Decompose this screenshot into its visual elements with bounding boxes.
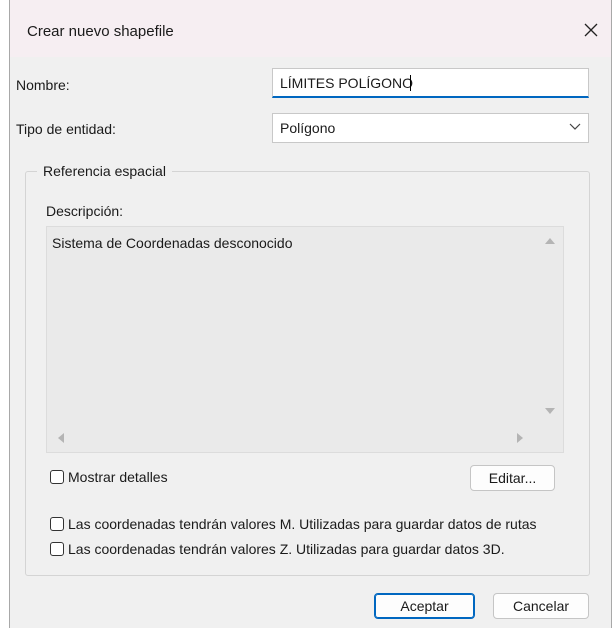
chevron-down-icon xyxy=(569,123,581,130)
description-textarea[interactable]: Sistema de Coordenadas desconocido xyxy=(46,226,564,453)
name-input-value: LÍMITES POLÍGONO xyxy=(280,75,414,91)
scroll-right-arrow-icon[interactable] xyxy=(517,433,524,443)
cancel-button[interactable]: Cancelar xyxy=(493,593,589,619)
ok-button[interactable]: Aceptar xyxy=(374,593,475,619)
name-label: Nombre: xyxy=(16,77,70,93)
scroll-left-arrow-icon[interactable] xyxy=(57,433,64,443)
show-details-label: Mostrar detalles xyxy=(68,469,168,485)
entity-type-select[interactable]: Polígono xyxy=(272,113,589,143)
title-bar: Crear nuevo shapefile xyxy=(10,0,611,57)
name-input[interactable]: LÍMITES POLÍGONO xyxy=(272,68,589,98)
scroll-up-arrow-icon[interactable] xyxy=(545,237,555,244)
dialog-window: Crear nuevo shapefile Nombre: LÍMITES PO… xyxy=(9,0,612,628)
dialog-title: Crear nuevo shapefile xyxy=(27,23,174,40)
close-icon xyxy=(584,23,598,37)
entity-type-value: Polígono xyxy=(280,120,336,136)
z-values-checkbox[interactable] xyxy=(50,542,64,556)
scroll-down-arrow-icon[interactable] xyxy=(545,408,555,415)
description-text: Sistema de Coordenadas desconocido xyxy=(52,235,293,251)
edit-button[interactable]: Editar... xyxy=(470,465,555,491)
spatial-reference-legend: Referencia espacial xyxy=(37,163,172,179)
m-values-label: Las coordenadas tendrán valores M. Utili… xyxy=(68,516,537,532)
entity-type-label: Tipo de entidad: xyxy=(16,121,116,137)
m-values-checkbox[interactable] xyxy=(50,517,64,531)
text-caret xyxy=(410,75,412,91)
z-values-label: Las coordenadas tendrán valores Z. Utili… xyxy=(68,541,505,557)
show-details-checkbox[interactable] xyxy=(50,470,64,484)
close-button[interactable] xyxy=(575,14,607,46)
description-label: Descripción: xyxy=(46,203,124,219)
